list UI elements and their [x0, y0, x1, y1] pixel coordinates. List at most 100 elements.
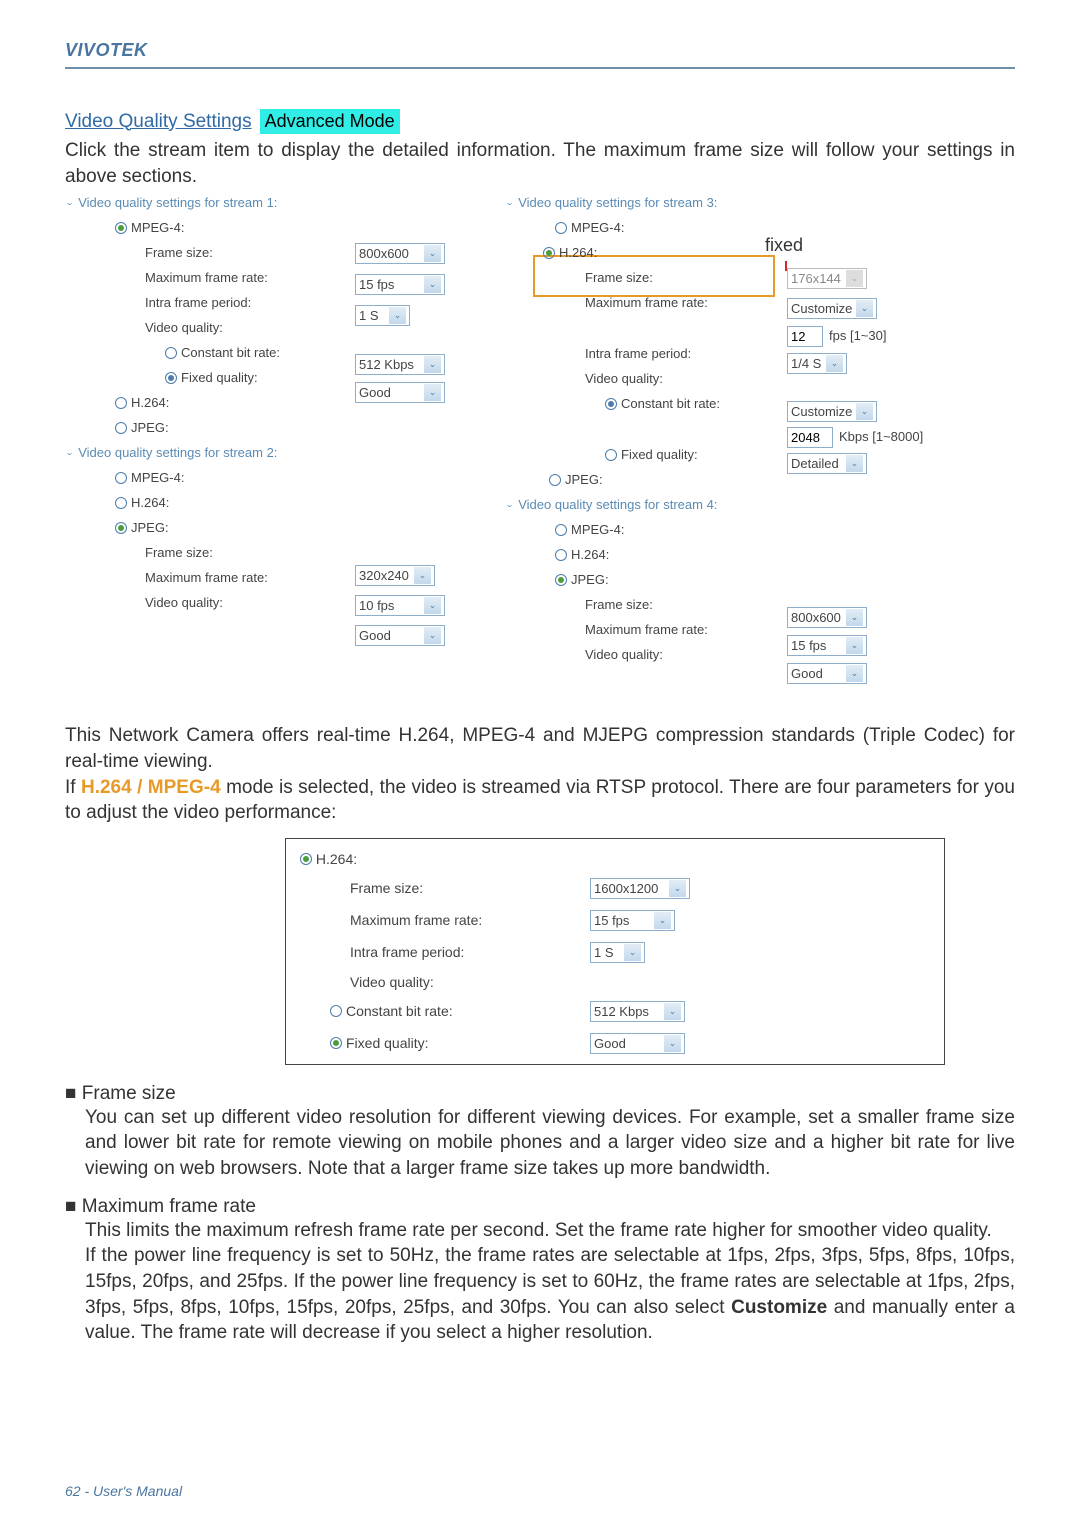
chevron-down-icon: ⌄ — [856, 300, 873, 317]
advanced-mode-badge: Advanced Mode — [260, 109, 400, 134]
bullet-frame-size-title: ■ Frame size — [65, 1083, 1015, 1105]
inset-fs-select[interactable]: 1600x1200⌄ — [590, 878, 690, 899]
s4-frame-size-label: Frame size: — [585, 597, 755, 612]
s3-frame-size-select: 176x144⌄ — [787, 268, 867, 289]
bullet-maxfr-body2: If the power line frequency is set to 50… — [85, 1243, 1015, 1346]
chevron-down-icon: ⌄ — [505, 198, 514, 207]
chevron-down-icon: ⌄ — [424, 384, 441, 401]
s2-mpeg4-radio[interactable]: MPEG-4: — [115, 470, 505, 485]
chevron-down-icon: ⌄ — [846, 609, 863, 626]
inset-intra-label: Intra frame period: — [350, 944, 590, 960]
s3-cbr-hint: Kbps [1~8000] — [839, 429, 923, 444]
s4-mpeg4-radio[interactable]: MPEG-4: — [555, 522, 1005, 537]
s4-maxfr-select[interactable]: 15 fps⌄ — [787, 635, 867, 656]
bullet-frame-size-body: You can set up different video resolutio… — [85, 1105, 1015, 1182]
s1-h264-radio[interactable]: H.264: — [115, 395, 505, 410]
s1-frame-size-select[interactable]: 800x600⌄ — [355, 243, 445, 264]
s1-fq-radio[interactable]: Fixed quality: — [165, 370, 505, 385]
s1-maxfr-select[interactable]: 15 fps⌄ — [355, 274, 445, 295]
s2-maxfr-label: Maximum frame rate: — [145, 570, 315, 585]
chevron-down-icon: ⌄ — [826, 355, 843, 372]
s4-jpeg-radio[interactable]: JPEG: — [555, 572, 1005, 587]
s4-h264-radio[interactable]: H.264: — [555, 547, 1005, 562]
s3-h264-radio[interactable]: H.264: — [543, 245, 1005, 260]
section-title-row: Video Quality Settings Advanced Mode — [65, 109, 1015, 134]
chevron-down-icon: ⌄ — [389, 307, 406, 324]
chevron-down-icon: ⌄ — [424, 245, 441, 262]
video-quality-settings-link[interactable]: Video Quality Settings — [65, 111, 252, 133]
settings-panels: fixed ⌄Video quality settings for stream… — [65, 195, 1015, 705]
stream1-heading[interactable]: ⌄Video quality settings for stream 1: — [65, 195, 505, 210]
brand-text: VIVOTEK — [65, 40, 148, 60]
stream2-heading[interactable]: ⌄Video quality settings for stream 2: — [65, 445, 505, 460]
chevron-down-icon: ⌄ — [414, 567, 431, 584]
inset-mfr-label: Maximum frame rate: — [350, 912, 590, 928]
s4-vq-label: Video quality: — [585, 647, 755, 662]
s3-cbr-select[interactable]: Customize⌄ — [787, 401, 877, 422]
s3-vq-label: Video quality: — [585, 371, 755, 386]
s2-jpeg-radio[interactable]: JPEG: — [115, 520, 505, 535]
s2-maxfr-select[interactable]: 10 fps⌄ — [355, 595, 445, 616]
s1-frame-size-label: Frame size: — [145, 245, 315, 260]
chevron-down-icon: ⌄ — [664, 1003, 681, 1020]
inset-intra-select[interactable]: 1 S⌄ — [590, 942, 645, 963]
s3-intra-select[interactable]: 1/4 S⌄ — [787, 353, 847, 374]
chevron-down-icon: ⌄ — [624, 944, 641, 961]
s3-fq-select[interactable]: Detailed⌄ — [787, 453, 867, 474]
inset-fq-radio[interactable]: Fixed quality: — [330, 1035, 590, 1051]
s4-maxfr-label: Maximum frame rate: — [585, 622, 755, 637]
s3-maxfr-select[interactable]: Customize⌄ — [787, 298, 877, 319]
s1-intra-label: Intra frame period: — [145, 295, 315, 310]
stream4-heading[interactable]: ⌄Video quality settings for stream 4: — [505, 497, 1005, 512]
s1-maxfr-label: Maximum frame rate: — [145, 270, 315, 285]
chevron-down-icon: ⌄ — [505, 500, 514, 509]
s1-mpeg4-radio[interactable]: MPEG-4: — [115, 220, 505, 235]
page-footer: 62 - User's Manual — [65, 1483, 182, 1499]
chevron-down-icon: ⌄ — [65, 198, 74, 207]
s1-cbr-select[interactable]: 512 Kbps⌄ — [355, 354, 445, 375]
chevron-down-icon: ⌄ — [664, 1035, 681, 1052]
chevron-down-icon: ⌄ — [424, 627, 441, 644]
s3-cbr-input[interactable] — [787, 427, 833, 448]
chevron-down-icon: ⌄ — [424, 597, 441, 614]
inset-fq-select[interactable]: Good⌄ — [590, 1033, 685, 1054]
inset-h264-panel: H.264: Frame size:1600x1200⌄ Maximum fra… — [285, 838, 945, 1065]
s3-frame-size-label: Frame size: — [585, 270, 755, 285]
s1-fq-select[interactable]: Good⌄ — [355, 382, 445, 403]
chevron-down-icon: ⌄ — [424, 356, 441, 373]
s1-intra-select[interactable]: 1 S⌄ — [355, 305, 410, 326]
s3-jpeg-radio[interactable]: JPEG: — [549, 472, 1005, 487]
s2-h264-radio[interactable]: H.264: — [115, 495, 505, 510]
inset-cbr-select[interactable]: 512 Kbps⌄ — [590, 1001, 685, 1022]
s3-mpeg4-radio[interactable]: MPEG-4: — [555, 220, 1005, 235]
inset-mfr-select[interactable]: 15 fps⌄ — [590, 910, 675, 931]
s2-frame-size-label: Frame size: — [145, 545, 315, 560]
paragraph-2: If H.264 / MPEG-4 mode is selected, the … — [65, 775, 1015, 826]
s4-vq-select[interactable]: Good⌄ — [787, 663, 867, 684]
s3-maxfr-input[interactable] — [787, 326, 823, 347]
chevron-down-icon: ⌄ — [846, 637, 863, 654]
inset-fs-label: Frame size: — [350, 880, 590, 896]
bullet-maxfr-title: ■ Maximum frame rate — [65, 1196, 1015, 1218]
customize-bold: Customize — [731, 1297, 827, 1318]
chevron-down-icon: ⌄ — [846, 665, 863, 682]
chevron-down-icon: ⌄ — [654, 912, 671, 929]
chevron-down-icon: ⌄ — [856, 403, 873, 420]
s1-cbr-radio[interactable]: Constant bit rate: — [165, 345, 505, 360]
inset-h264-radio[interactable]: H.264: — [300, 851, 930, 867]
s3-intra-label: Intra frame period: — [585, 346, 755, 361]
stream3-heading[interactable]: ⌄Video quality settings for stream 3: — [505, 195, 1005, 210]
chevron-down-icon: ⌄ — [669, 880, 686, 897]
s3-maxfr-label: Maximum frame rate: — [585, 295, 755, 310]
s1-jpeg-radio[interactable]: JPEG: — [115, 420, 505, 435]
bullet-maxfr-body1: This limits the maximum refresh frame ra… — [85, 1218, 1015, 1244]
chevron-down-icon: ⌄ — [424, 276, 441, 293]
s2-vq-select[interactable]: Good⌄ — [355, 625, 445, 646]
chevron-down-icon: ⌄ — [846, 270, 863, 287]
s2-vq-label: Video quality: — [145, 595, 315, 610]
s2-frame-size-select[interactable]: 320x240⌄ — [355, 565, 435, 586]
s4-frame-size-select[interactable]: 800x600⌄ — [787, 607, 867, 628]
s1-vq-label: Video quality: — [145, 320, 315, 335]
inset-cbr-radio[interactable]: Constant bit rate: — [330, 1003, 590, 1019]
inset-vq-label: Video quality: — [350, 974, 590, 990]
